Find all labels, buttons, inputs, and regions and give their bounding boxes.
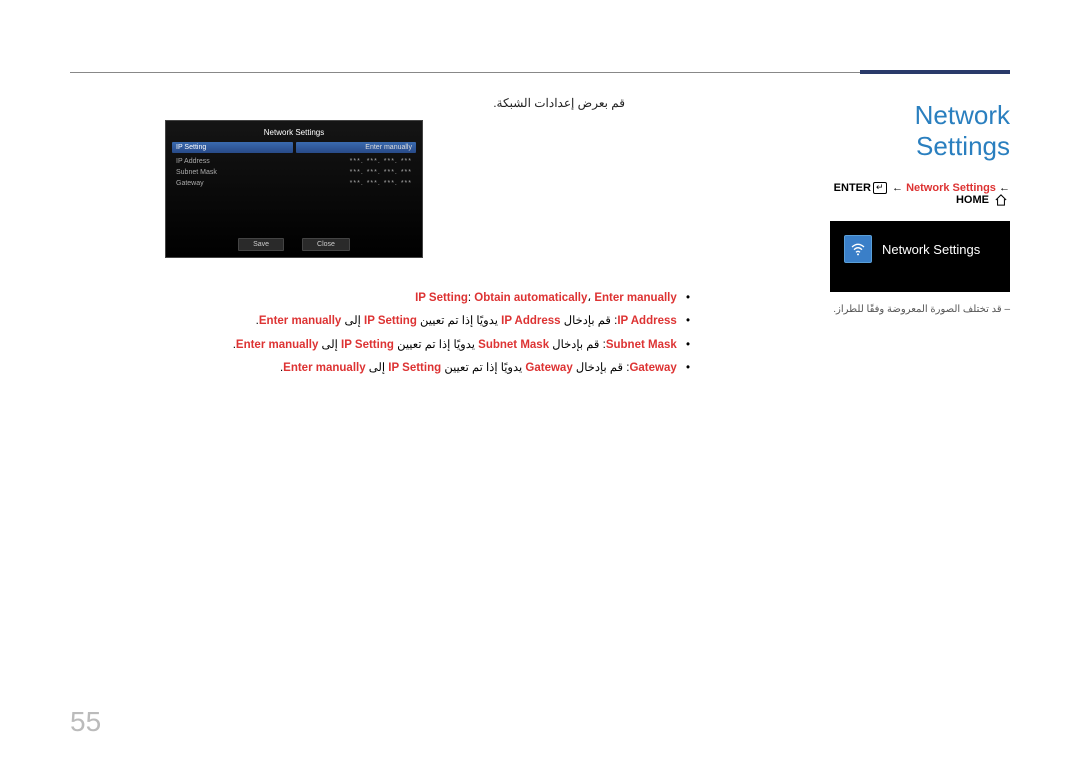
arrow-icon: ←: [999, 182, 1010, 194]
bullet-item: Subnet Mask: قم بإدخال Subnet Mask يدويً…: [70, 335, 690, 356]
tv-row-label: Gateway: [176, 180, 204, 187]
tv-buttons: Save Close: [166, 238, 422, 251]
page-number: 55: [70, 706, 101, 738]
tv-row: Gateway ***. ***. ***. ***: [174, 178, 414, 189]
divider-accent: [860, 70, 1010, 74]
tv-row-label: Subnet Mask: [176, 169, 217, 176]
enter-icon: [873, 182, 887, 194]
bullet-list: IP Setting: Obtain automatically، Enter …: [70, 288, 690, 379]
nav-path: ENTER ← Network Settings ← HOME: [830, 182, 1010, 206]
left-column: قم بعرض إعدادات الشبكة. Network Settings…: [70, 96, 720, 381]
tv-row-value: ***. ***. ***. ***: [350, 158, 412, 165]
tv-row-label: IP Address: [176, 158, 210, 165]
bullet-key: Gateway: [629, 362, 676, 374]
bullet-key: IP Address: [617, 315, 676, 327]
bullet-value: Obtain automatically: [474, 292, 587, 304]
disclaimer-text: – قد تختلف الصورة المعروضة وفقًا للطراز.: [830, 304, 1010, 315]
wifi-icon: [844, 235, 872, 263]
tv-close-button: Close: [302, 238, 350, 251]
home-icon: [994, 194, 1008, 206]
tv-rows: IP Address ***. ***. ***. *** Subnet Mask…: [172, 153, 416, 192]
bullet-key: Subnet Mask: [606, 339, 677, 351]
tv-row-value: ***. ***. ***. ***: [350, 180, 412, 187]
arrow-icon: ←: [892, 182, 903, 194]
tv-save-button: Save: [238, 238, 284, 251]
path-home: HOME: [956, 194, 989, 206]
bullet-key: IP Setting: [415, 292, 468, 304]
bullet-item: IP Address: قم بإدخال IP Address يدويًا …: [70, 311, 690, 332]
widget-row: Network Settings: [830, 231, 1010, 267]
caption-text: قم بعرض إعدادات الشبكة.: [70, 96, 625, 110]
bullet-item: Gateway: قم بإدخال Gateway يدويًا إذا تم…: [70, 358, 690, 379]
bullet-value: Enter manually: [594, 292, 676, 304]
tv-tabs: IP Setting Enter manually: [172, 142, 416, 153]
tv-row: Subnet Mask ***. ***. ***. ***: [174, 167, 414, 178]
tv-tab-left: IP Setting: [172, 142, 293, 153]
tv-row: IP Address ***. ***. ***. ***: [174, 156, 414, 167]
tv-tab-right: Enter manually: [296, 142, 417, 153]
page-title: Network Settings: [830, 100, 1010, 162]
bullet-item: IP Setting: Obtain automatically، Enter …: [70, 288, 690, 309]
right-column: Network Settings ENTER ← Network Setting…: [830, 100, 1010, 315]
widget-preview: Network Settings: [830, 221, 1010, 292]
tv-title: Network Settings: [172, 125, 416, 142]
widget-label: Network Settings: [882, 242, 980, 257]
tv-row-value: ***. ***. ***. ***: [350, 169, 412, 176]
tv-screenshot: Network Settings IP Setting Enter manual…: [165, 120, 423, 258]
path-enter: ENTER: [834, 182, 871, 194]
path-network: Network Settings: [906, 182, 996, 194]
